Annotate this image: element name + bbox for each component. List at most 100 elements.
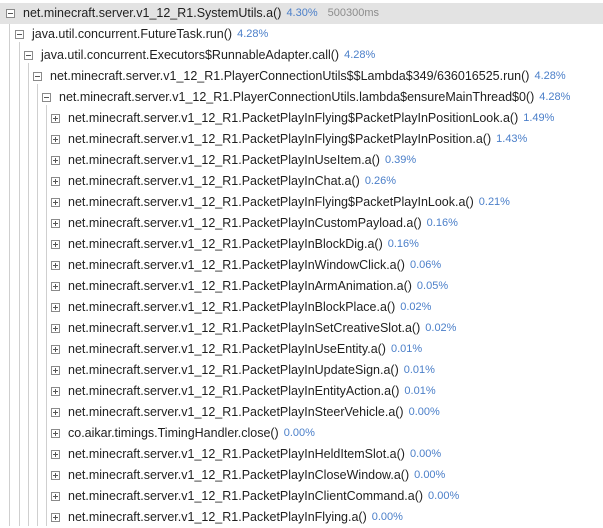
- method-name: net.minecraft.server.v1_12_R1.PacketPlay…: [68, 342, 386, 356]
- percent-label: 0.05%: [416, 280, 449, 292]
- expand-icon[interactable]: [51, 282, 60, 291]
- tree-row-level-2[interactable]: java.util.concurrent.Executors$RunnableA…: [24, 45, 375, 66]
- expand-icon[interactable]: [51, 429, 60, 438]
- method-name: net.minecraft.server.v1_12_R1.SystemUtil…: [23, 6, 282, 20]
- expand-icon[interactable]: [51, 156, 60, 165]
- tree-row-child[interactable]: net.minecraft.server.v1_12_R1.PacketPlay…: [51, 465, 445, 486]
- method-name: co.aikar.timings.TimingHandler.close(): [68, 426, 279, 440]
- method-name: net.minecraft.server.v1_12_R1.PacketPlay…: [68, 195, 474, 209]
- expand-icon[interactable]: [51, 387, 60, 396]
- method-name: net.minecraft.server.v1_12_R1.PlayerConn…: [59, 90, 535, 104]
- expand-icon[interactable]: [51, 135, 60, 144]
- collapse-icon[interactable]: [24, 51, 33, 60]
- tree-row-child[interactable]: net.minecraft.server.v1_12_R1.PacketPlay…: [51, 213, 458, 234]
- time-label: 500300ms: [327, 7, 380, 19]
- method-name: net.minecraft.server.v1_12_R1.PacketPlay…: [68, 153, 380, 167]
- method-name: java.util.concurrent.Executors$RunnableA…: [41, 48, 340, 62]
- expand-icon[interactable]: [51, 240, 60, 249]
- expand-icon[interactable]: [51, 177, 60, 186]
- percent-label: 4.28%: [237, 28, 269, 40]
- method-name: net.minecraft.server.v1_12_R1.PacketPlay…: [68, 132, 492, 146]
- percent-label: 4.28%: [534, 70, 566, 82]
- tree-row-child[interactable]: net.minecraft.server.v1_12_R1.PacketPlay…: [51, 129, 527, 150]
- percent-label: 0.21%: [478, 196, 510, 208]
- percent-label: 4.28%: [344, 49, 376, 61]
- percent-label: 0.00%: [283, 427, 315, 439]
- tree-row-child[interactable]: net.minecraft.server.v1_12_R1.PacketPlay…: [51, 234, 419, 255]
- method-name: net.minecraft.server.v1_12_R1.PacketPlay…: [68, 237, 383, 251]
- tree-row-child[interactable]: net.minecraft.server.v1_12_R1.PacketPlay…: [51, 381, 436, 402]
- percent-label: 0.16%: [426, 217, 458, 229]
- tree-row-child[interactable]: net.minecraft.server.v1_12_R1.PacketPlay…: [51, 171, 396, 192]
- tree-row-child[interactable]: co.aikar.timings.TimingHandler.close() 0…: [51, 423, 315, 444]
- percent-label: 4.30%: [286, 7, 318, 19]
- tree-row-level-3[interactable]: net.minecraft.server.v1_12_R1.PlayerConn…: [33, 66, 566, 87]
- tree-row-child[interactable]: net.minecraft.server.v1_12_R1.PacketPlay…: [51, 486, 459, 507]
- percent-label: 0.26%: [364, 175, 397, 187]
- tree-row-child[interactable]: net.minecraft.server.v1_12_R1.PacketPlay…: [51, 255, 441, 276]
- percent-label: 0.06%: [409, 259, 442, 271]
- tree-row-child[interactable]: net.minecraft.server.v1_12_R1.PacketPlay…: [51, 276, 448, 297]
- percent-label: 0.00%: [409, 448, 442, 460]
- method-name: net.minecraft.server.v1_12_R1.PacketPlay…: [68, 447, 405, 461]
- tree-guide-line: [9, 21, 10, 526]
- method-name: net.minecraft.server.v1_12_R1.PacketPlay…: [68, 174, 360, 188]
- percent-label: 0.00%: [428, 490, 460, 502]
- tree-row-child[interactable]: net.minecraft.server.v1_12_R1.PacketPlay…: [51, 402, 440, 423]
- tree-row-child[interactable]: net.minecraft.server.v1_12_R1.PacketPlay…: [51, 360, 435, 381]
- expand-icon[interactable]: [51, 513, 60, 522]
- tree-row-root[interactable]: net.minecraft.server.v1_12_R1.SystemUtil…: [0, 3, 603, 24]
- method-name: net.minecraft.server.v1_12_R1.PacketPlay…: [68, 279, 412, 293]
- expand-icon[interactable]: [51, 408, 60, 417]
- method-name: net.minecraft.server.v1_12_R1.PacketPlay…: [68, 489, 424, 503]
- method-name: net.minecraft.server.v1_12_R1.PacketPlay…: [68, 258, 405, 272]
- percent-label: 1.49%: [523, 112, 555, 124]
- tree-row-child[interactable]: net.minecraft.server.v1_12_R1.PacketPlay…: [51, 150, 416, 171]
- percent-label: 1.43%: [496, 133, 528, 145]
- collapse-icon[interactable]: [15, 30, 24, 39]
- percent-label: 0.02%: [425, 322, 457, 334]
- tree-row-child[interactable]: net.minecraft.server.v1_12_R1.PacketPlay…: [51, 108, 554, 129]
- tree-row-level-1[interactable]: java.util.concurrent.FutureTask.run() 4.…: [15, 24, 268, 45]
- expand-icon[interactable]: [51, 303, 60, 312]
- method-name: net.minecraft.server.v1_12_R1.PacketPlay…: [68, 216, 422, 230]
- tree-row-child[interactable]: net.minecraft.server.v1_12_R1.PacketPlay…: [51, 318, 456, 339]
- tree-row-child[interactable]: net.minecraft.server.v1_12_R1.PacketPlay…: [51, 339, 422, 360]
- tree-row-child[interactable]: net.minecraft.server.v1_12_R1.PacketPlay…: [51, 507, 403, 528]
- percent-label: 0.16%: [387, 238, 419, 250]
- tree-row-child[interactable]: net.minecraft.server.v1_12_R1.PacketPlay…: [51, 444, 441, 465]
- collapse-icon[interactable]: [42, 93, 51, 102]
- percent-label: 0.01%: [390, 343, 423, 355]
- tree-guide-line: [28, 63, 29, 526]
- tree-row-level-4[interactable]: net.minecraft.server.v1_12_R1.PlayerConn…: [42, 87, 570, 108]
- tree-guide-line: [37, 84, 38, 526]
- tree-guide-line: [46, 105, 47, 526]
- expand-icon[interactable]: [51, 450, 60, 459]
- percent-label: 0.01%: [403, 364, 435, 376]
- tree-guide-line: [19, 42, 20, 526]
- method-name: net.minecraft.server.v1_12_R1.PacketPlay…: [68, 405, 404, 419]
- collapse-icon[interactable]: [33, 72, 42, 81]
- expand-icon[interactable]: [51, 114, 60, 123]
- method-name: net.minecraft.server.v1_12_R1.PacketPlay…: [68, 384, 400, 398]
- expand-icon[interactable]: [51, 471, 60, 480]
- method-name: net.minecraft.server.v1_12_R1.PacketPlay…: [68, 363, 399, 377]
- percent-label: 0.02%: [400, 301, 432, 313]
- expand-icon[interactable]: [51, 492, 60, 501]
- expand-icon[interactable]: [51, 261, 60, 270]
- expand-icon[interactable]: [51, 366, 60, 375]
- percent-label: 0.39%: [384, 154, 417, 166]
- method-name: net.minecraft.server.v1_12_R1.PacketPlay…: [68, 300, 396, 314]
- method-name: net.minecraft.server.v1_12_R1.PacketPlay…: [68, 321, 421, 335]
- percent-label: 0.00%: [371, 511, 403, 523]
- tree-row-child[interactable]: net.minecraft.server.v1_12_R1.PacketPlay…: [51, 192, 510, 213]
- expand-icon[interactable]: [51, 198, 60, 207]
- method-name: net.minecraft.server.v1_12_R1.PacketPlay…: [68, 510, 367, 524]
- tree-row-child[interactable]: net.minecraft.server.v1_12_R1.PacketPlay…: [51, 297, 431, 318]
- expand-icon[interactable]: [51, 219, 60, 228]
- percent-label: 0.00%: [408, 406, 440, 418]
- expand-icon[interactable]: [51, 324, 60, 333]
- expand-icon[interactable]: [51, 345, 60, 354]
- method-name: net.minecraft.server.v1_12_R1.PacketPlay…: [68, 111, 519, 125]
- collapse-icon[interactable]: [6, 9, 15, 18]
